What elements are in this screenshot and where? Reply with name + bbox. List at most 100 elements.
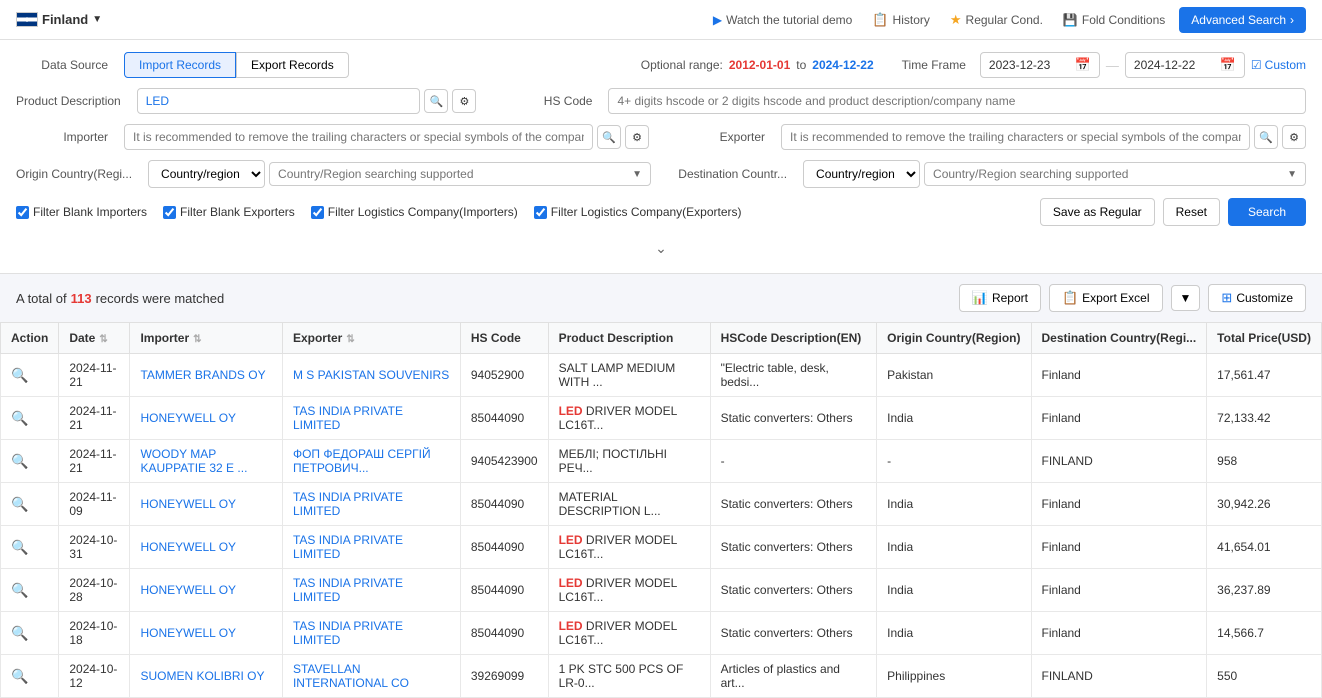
- filter-logistics-exporters-checkbox[interactable]: Filter Logistics Company(Exporters): [534, 205, 742, 219]
- cell-dest-country: FINLAND: [1031, 440, 1207, 483]
- cell-exporter[interactable]: TAS INDIA PRIVATE LIMITED: [282, 397, 460, 440]
- cell-importer[interactable]: SUOMEN KOLIBRI OY: [130, 655, 282, 698]
- fold-conditions-link[interactable]: 💾 Fold Conditions: [1057, 9, 1171, 31]
- filter-logistics-importers-checkbox[interactable]: Filter Logistics Company(Importers): [311, 205, 518, 219]
- origin-country-type-select[interactable]: Country/region: [148, 160, 265, 188]
- row-product-hscode: Product Description 🔍 ⚙ HS Code: [16, 88, 1306, 114]
- col-action: Action: [1, 323, 59, 354]
- results-suffix: records were matched: [96, 291, 225, 306]
- regular-cond-link[interactable]: ★ Regular Cond.: [944, 8, 1049, 32]
- cell-exporter[interactable]: TAS INDIA PRIVATE LIMITED: [282, 483, 460, 526]
- col-total-price: Total Price(USD): [1207, 323, 1322, 354]
- cell-importer[interactable]: HONEYWELL OY: [130, 483, 282, 526]
- timeframe-label: Time Frame: [902, 58, 974, 72]
- filter-blank-importers-checkbox[interactable]: Filter Blank Importers: [16, 205, 147, 219]
- country-selector[interactable]: + Finland ▼: [16, 12, 102, 27]
- col-importer[interactable]: Importer⇅: [130, 323, 282, 354]
- filter-blank-importers-label: Filter Blank Importers: [33, 205, 147, 219]
- importer-search-icon[interactable]: 🔍: [597, 125, 621, 149]
- origin-country-label: Origin Country(Regi...: [16, 167, 140, 181]
- export-records-button[interactable]: Export Records: [236, 52, 349, 78]
- origin-country-search-input[interactable]: [278, 167, 632, 181]
- cell-action: 🔍: [1, 569, 59, 612]
- cell-exporter[interactable]: TAS INDIA PRIVATE LIMITED: [282, 569, 460, 612]
- col-hscode-desc: HSCode Description(EN): [710, 323, 877, 354]
- timeframe-end-input[interactable]: 2024-12-22 📅: [1125, 52, 1245, 78]
- col-date[interactable]: Date⇅: [59, 323, 130, 354]
- product-desc-settings-icon[interactable]: ⚙: [452, 89, 476, 113]
- cell-dest-country: Finland: [1031, 612, 1207, 655]
- cell-importer[interactable]: HONEYWELL OY: [130, 526, 282, 569]
- save-regular-button[interactable]: Save as Regular: [1040, 198, 1155, 226]
- exporter-label: Exporter: [673, 130, 773, 144]
- cell-hscode-desc: Static converters: Others: [710, 612, 877, 655]
- customize-button[interactable]: ⊞ Customize: [1208, 284, 1306, 312]
- row-search-icon[interactable]: 🔍: [11, 496, 28, 512]
- dest-country-label: Destination Countr...: [675, 167, 795, 181]
- table-row: 🔍2024-11-21WOODY MAP KAUPPATIE 32 E ...Ф…: [1, 440, 1322, 483]
- tutorial-link[interactable]: ▶ Watch the tutorial demo: [707, 9, 859, 31]
- date-separator: —: [1106, 58, 1119, 73]
- tutorial-label: Watch the tutorial demo: [726, 13, 852, 27]
- cell-importer[interactable]: TAMMER BRANDS OY: [130, 354, 282, 397]
- import-records-button[interactable]: Import Records: [124, 52, 236, 78]
- export-dropdown-button[interactable]: ▼: [1171, 285, 1201, 311]
- custom-link[interactable]: ☑ Custom: [1251, 58, 1306, 72]
- cell-importer[interactable]: WOODY MAP KAUPPATIE 32 E ...: [130, 440, 282, 483]
- results-actions: 📊 Report 📋 Export Excel ▼ ⊞ Customize: [959, 284, 1306, 312]
- cell-exporter[interactable]: ФОП ФЕДОРАШ СЕРГІЙ ПЕТРОВИЧ...: [282, 440, 460, 483]
- dest-country-search-input[interactable]: [933, 167, 1287, 181]
- custom-label: Custom: [1265, 58, 1306, 72]
- exporter-search-icon[interactable]: 🔍: [1254, 125, 1278, 149]
- cell-importer[interactable]: HONEYWELL OY: [130, 569, 282, 612]
- cell-date: 2024-11-21: [59, 397, 130, 440]
- cell-origin-country: India: [877, 569, 1031, 612]
- export-excel-label: Export Excel: [1082, 291, 1149, 305]
- importer-settings-icon[interactable]: ⚙: [625, 125, 649, 149]
- data-table-wrap: Action Date⇅ Importer⇅ Exporter⇅ HS Code…: [0, 322, 1322, 698]
- cell-total-price: 958: [1207, 440, 1322, 483]
- cell-exporter[interactable]: STAVELLAN INTERNATIONAL CO: [282, 655, 460, 698]
- advanced-search-button[interactable]: Advanced Search ›: [1179, 7, 1306, 33]
- col-exporter[interactable]: Exporter⇅: [282, 323, 460, 354]
- finland-flag-icon: +: [16, 12, 38, 27]
- exporter-input[interactable]: [781, 124, 1250, 150]
- cell-total-price: 36,237.89: [1207, 569, 1322, 612]
- product-desc-field: 🔍 ⚙: [137, 88, 477, 114]
- cell-exporter[interactable]: M S PAKISTAN SOUVENIRS: [282, 354, 460, 397]
- cell-action: 🔍: [1, 655, 59, 698]
- row-search-icon[interactable]: 🔍: [11, 410, 28, 426]
- export-excel-button[interactable]: 📋 Export Excel: [1049, 284, 1163, 312]
- search-button[interactable]: Search: [1228, 198, 1306, 226]
- dest-country-type-select[interactable]: Country/region: [803, 160, 920, 188]
- table-row: 🔍2024-10-18HONEYWELL OYTAS INDIA PRIVATE…: [1, 612, 1322, 655]
- row-search-icon[interactable]: 🔍: [11, 668, 28, 684]
- cell-total-price: 17,561.47: [1207, 354, 1322, 397]
- product-desc-search-icon[interactable]: 🔍: [424, 89, 448, 113]
- cell-exporter[interactable]: TAS INDIA PRIVATE LIMITED: [282, 526, 460, 569]
- row-search-icon[interactable]: 🔍: [11, 625, 28, 641]
- importer-input[interactable]: [124, 124, 593, 150]
- collapse-row: ⌄: [16, 236, 1306, 261]
- cell-product-desc: MATERIAL DESCRIPTION L...: [548, 483, 710, 526]
- hs-code-input[interactable]: [608, 88, 1306, 114]
- cell-importer[interactable]: HONEYWELL OY: [130, 397, 282, 440]
- advanced-search-label: Advanced Search: [1191, 13, 1286, 27]
- table-header-row: Action Date⇅ Importer⇅ Exporter⇅ HS Code…: [1, 323, 1322, 354]
- cell-product-desc: LED DRIVER MODEL LC16T...: [548, 612, 710, 655]
- history-link[interactable]: 📋 History: [866, 8, 936, 32]
- filter-blank-exporters-checkbox[interactable]: Filter Blank Exporters: [163, 205, 295, 219]
- product-desc-input[interactable]: [137, 88, 421, 114]
- timeframe-start-input[interactable]: 2023-12-23 📅: [980, 52, 1100, 78]
- row-search-icon[interactable]: 🔍: [11, 367, 28, 383]
- collapse-button[interactable]: ⌄: [655, 240, 667, 257]
- row-search-icon[interactable]: 🔍: [11, 582, 28, 598]
- report-button[interactable]: 📊 Report: [959, 284, 1041, 312]
- cell-exporter[interactable]: TAS INDIA PRIVATE LIMITED: [282, 612, 460, 655]
- row-search-icon[interactable]: 🔍: [11, 453, 28, 469]
- row-search-icon[interactable]: 🔍: [11, 539, 28, 555]
- exporter-settings-icon[interactable]: ⚙: [1282, 125, 1306, 149]
- cell-importer[interactable]: HONEYWELL OY: [130, 612, 282, 655]
- report-icon: 📊: [972, 290, 988, 306]
- reset-button[interactable]: Reset: [1163, 198, 1220, 226]
